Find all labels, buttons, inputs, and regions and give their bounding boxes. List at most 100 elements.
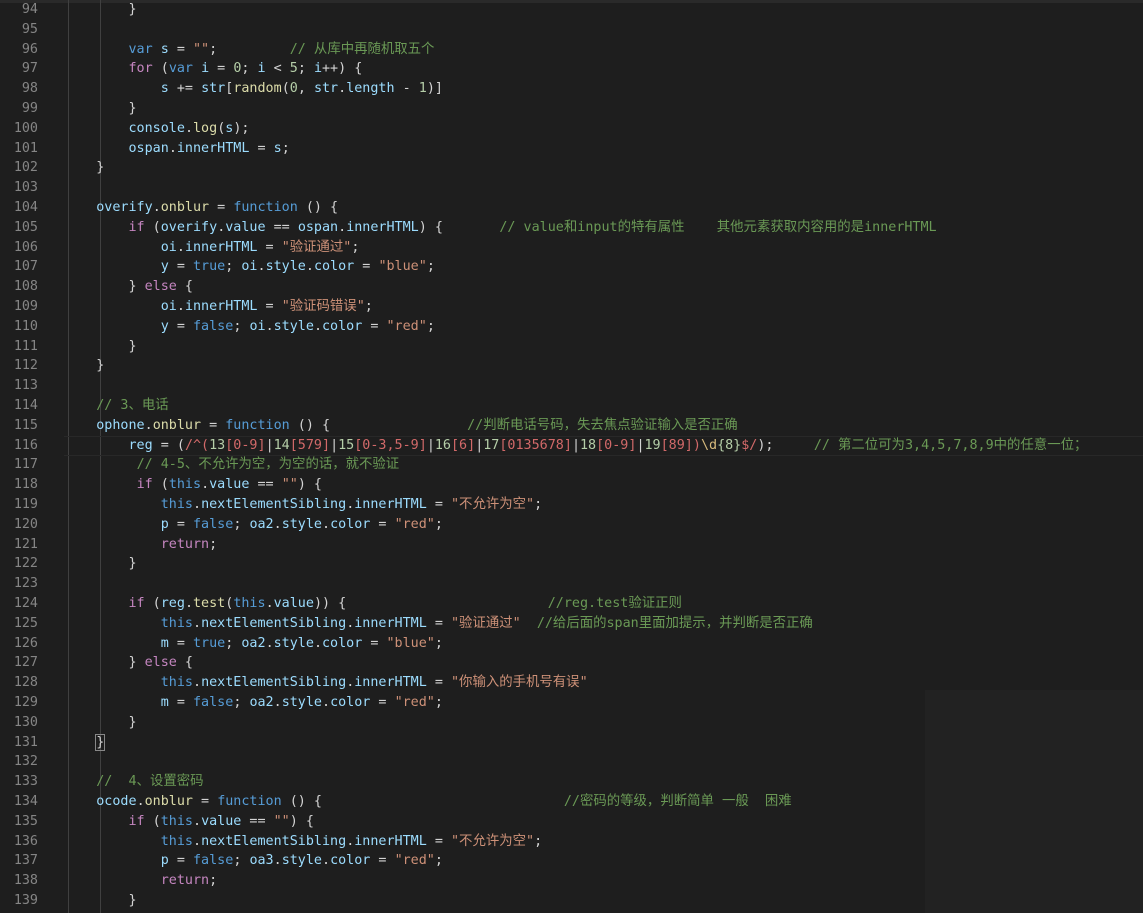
code-text[interactable]: if (this.value == "") { [64,475,322,495]
code-text[interactable]: } [64,337,136,357]
code-line[interactable]: 118 if (this.value == "") { [0,475,1143,495]
code-line[interactable]: 99 } [0,99,1143,119]
code-token: = [193,794,218,809]
code-line[interactable]: 114 // 3、电话 [0,396,1143,416]
code-text[interactable]: console.log(s); [64,119,250,139]
code-line[interactable]: 94 } [0,0,1143,20]
code-text[interactable]: } [64,713,136,733]
code-text[interactable]: } [64,891,136,911]
code-token: "" [193,41,210,57]
code-token: += [168,81,202,97]
code-line[interactable]: 113 [0,376,1143,396]
code-line[interactable]: 100 console.log(s); [0,119,1143,139]
code-text[interactable]: this.nextElementSibling.innerHTML = "不允许… [64,495,542,515]
code-line[interactable]: 115 ophone.onblur = function () { //判断电话… [0,416,1143,436]
code-line[interactable]: 123 [0,574,1143,594]
code-text[interactable]: } [64,356,104,376]
code-text[interactable]: this.nextElementSibling.innerHTML = "不允许… [64,832,542,852]
line-number: 111 [13,338,38,354]
code-line[interactable]: 108 } else { [0,277,1143,297]
code-text[interactable]: // 3、电话 [64,396,168,416]
code-token: return [160,873,210,889]
code-text[interactable]: // 4-5、不允许为空，为空的话，就不验证 [64,455,400,475]
code-text[interactable]: var s = ""; // 从库中再随机取五个 [64,40,435,60]
code-text[interactable]: return; [64,871,217,891]
code-text[interactable]: } [64,99,137,119]
code-token: . [313,318,322,334]
code-token: "不允许为空" [451,833,535,849]
code-text[interactable]: if (reg.test(this.value)) { //reg.test验证… [64,594,682,614]
code-line[interactable]: 103 [0,178,1143,198]
code-line[interactable]: 98 s += str[random(0, str.length - 1)] [0,79,1143,99]
code-token: = [362,635,387,651]
code-line[interactable]: 97 for (var i = 0; i < 5; i++) { [0,59,1143,79]
code-line[interactable]: 116 reg = (/^(13[0-9]|14[579]|15[0-3,5-9… [0,436,1143,456]
code-token: "red" [394,695,435,710]
code-token: p [160,853,169,869]
code-text[interactable]: s += str[random(0, str.length - 1)] [64,79,443,99]
code-text[interactable]: // 4、设置密码 [64,772,203,792]
code-text[interactable]: overify.onblur = function () { [64,198,338,218]
code-token: ( [144,813,161,829]
code-line[interactable]: 107 y = true; oi.style.color = "blue"; [0,257,1143,277]
code-text[interactable]: } [64,0,136,20]
code-line[interactable]: 96 var s = ""; // 从库中再随机取五个 [0,40,1143,60]
code-text[interactable]: this.nextElementSibling.innerHTML = "你输入… [64,673,588,693]
code-text[interactable]: } else { [64,653,193,673]
code-text[interactable]: reg = (/^(13[0-9]|14[579]|15[0-3,5-9]|16… [64,436,1088,456]
code-token: onblur [152,417,202,433]
code-text[interactable]: if (this.value == "") { [64,812,314,832]
code-text[interactable]: ospan.innerHTML = s; [64,139,290,159]
code-token: {8} [717,437,742,453]
code-line[interactable]: 101 ospan.innerHTML = s; [0,139,1143,159]
code-text[interactable]: p = false; oa2.style.color = "red"; [64,515,443,535]
code-token: // 4-5、不允许为空，为空的话，就不验证 [136,457,400,473]
code-text[interactable]: return; [64,535,217,555]
code-line[interactable]: 122 } [0,554,1143,574]
code-text[interactable]: m = true; oa2.style.color = "blue"; [64,634,443,654]
code-line[interactable]: 126 m = true; oa2.style.color = "blue"; [0,634,1143,654]
code-text[interactable]: y = true; oi.style.color = "blue"; [64,257,435,277]
code-line[interactable]: 120 p = false; oa2.style.color = "red"; [0,515,1143,535]
code-text[interactable]: this.nextElementSibling.innerHTML = "验证通… [64,614,813,634]
code-text[interactable]: ophone.onblur = function () { //判断电话号码，失… [64,416,737,436]
line-number: 136 [13,833,38,849]
code-token: } [64,101,137,116]
code-line[interactable]: 127 } else { [0,653,1143,673]
code-line[interactable]: 106 oi.innerHTML = "验证通过"; [0,238,1143,258]
code-text[interactable]: if (overify.value == ospan.innerHTML) { … [64,218,937,238]
code-text[interactable]: ocode.onblur = function () { //密码的等级，判断简… [64,792,791,812]
code-text[interactable]: for (var i = 0; i < 5; i++) { [64,59,363,79]
code-line[interactable]: 121 return; [0,535,1143,555]
code-line[interactable]: 104 overify.onblur = function () { [0,198,1143,218]
code-text[interactable]: } [64,158,104,178]
code-line[interactable]: 95 [0,20,1143,40]
code-line[interactable]: 109 oi.innerHTML = "验证码错误"; [0,297,1143,317]
code-text[interactable]: p = false; oa3.style.color = "red"; [64,851,443,871]
code-line[interactable]: 117 // 4-5、不允许为空，为空的话，就不验证 [0,455,1143,475]
code-token: . [184,596,193,611]
code-line[interactable]: 105 if (overify.value == ospan.innerHTML… [0,218,1143,238]
code-line[interactable]: 125 this.nextElementSibling.innerHTML = … [0,614,1143,634]
code-line[interactable]: 110 y = false; oi.style.color = "red"; [0,317,1143,337]
code-text[interactable]: } [64,554,136,574]
code-text[interactable]: oi.innerHTML = "验证通过"; [64,238,360,258]
code-line[interactable]: 102 } [0,158,1143,178]
code-text[interactable]: } [64,733,106,753]
code-text[interactable]: m = false; oa2.style.color = "red"; [64,693,443,713]
code-text[interactable]: } else { [64,277,193,297]
code-line[interactable]: 119 this.nextElementSibling.innerHTML = … [0,495,1143,515]
code-line[interactable]: 124 if (reg.test(this.value)) { //reg.te… [0,594,1143,614]
code-line[interactable]: 111 } [0,337,1143,357]
code-text[interactable]: y = false; oi.style.color = "red"; [64,317,435,337]
code-editor[interactable]: 94 } 95 96 var s = ""; // 从库中再随机取五个 97 for … [0,0,1143,913]
line-number: 115 [13,417,38,433]
code-token: oi [241,259,258,275]
code-token: | [265,437,274,453]
code-token: ; [364,299,373,314]
code-text[interactable]: oi.innerHTML = "验证码错误"; [64,297,373,317]
code-line[interactable]: 112 } [0,356,1143,376]
